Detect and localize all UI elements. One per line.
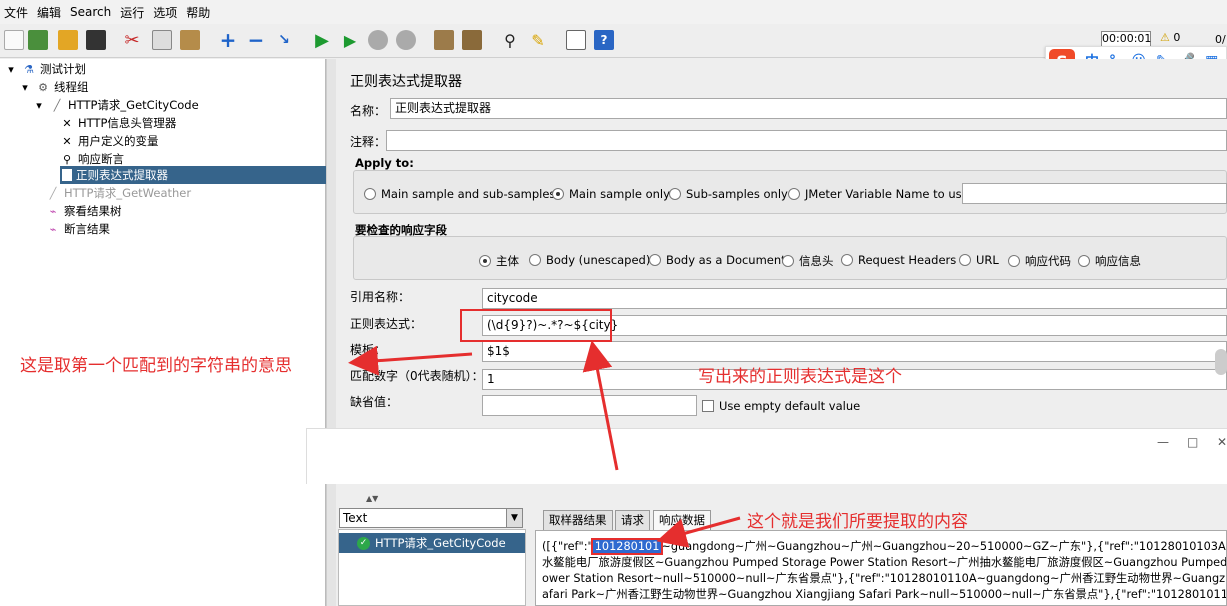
arrow-to-extracted-value — [656, 516, 741, 548]
annotation-arrows — [348, 340, 741, 548]
arrow-to-regex — [582, 340, 619, 471]
arrow-to-template-note — [348, 345, 473, 376]
